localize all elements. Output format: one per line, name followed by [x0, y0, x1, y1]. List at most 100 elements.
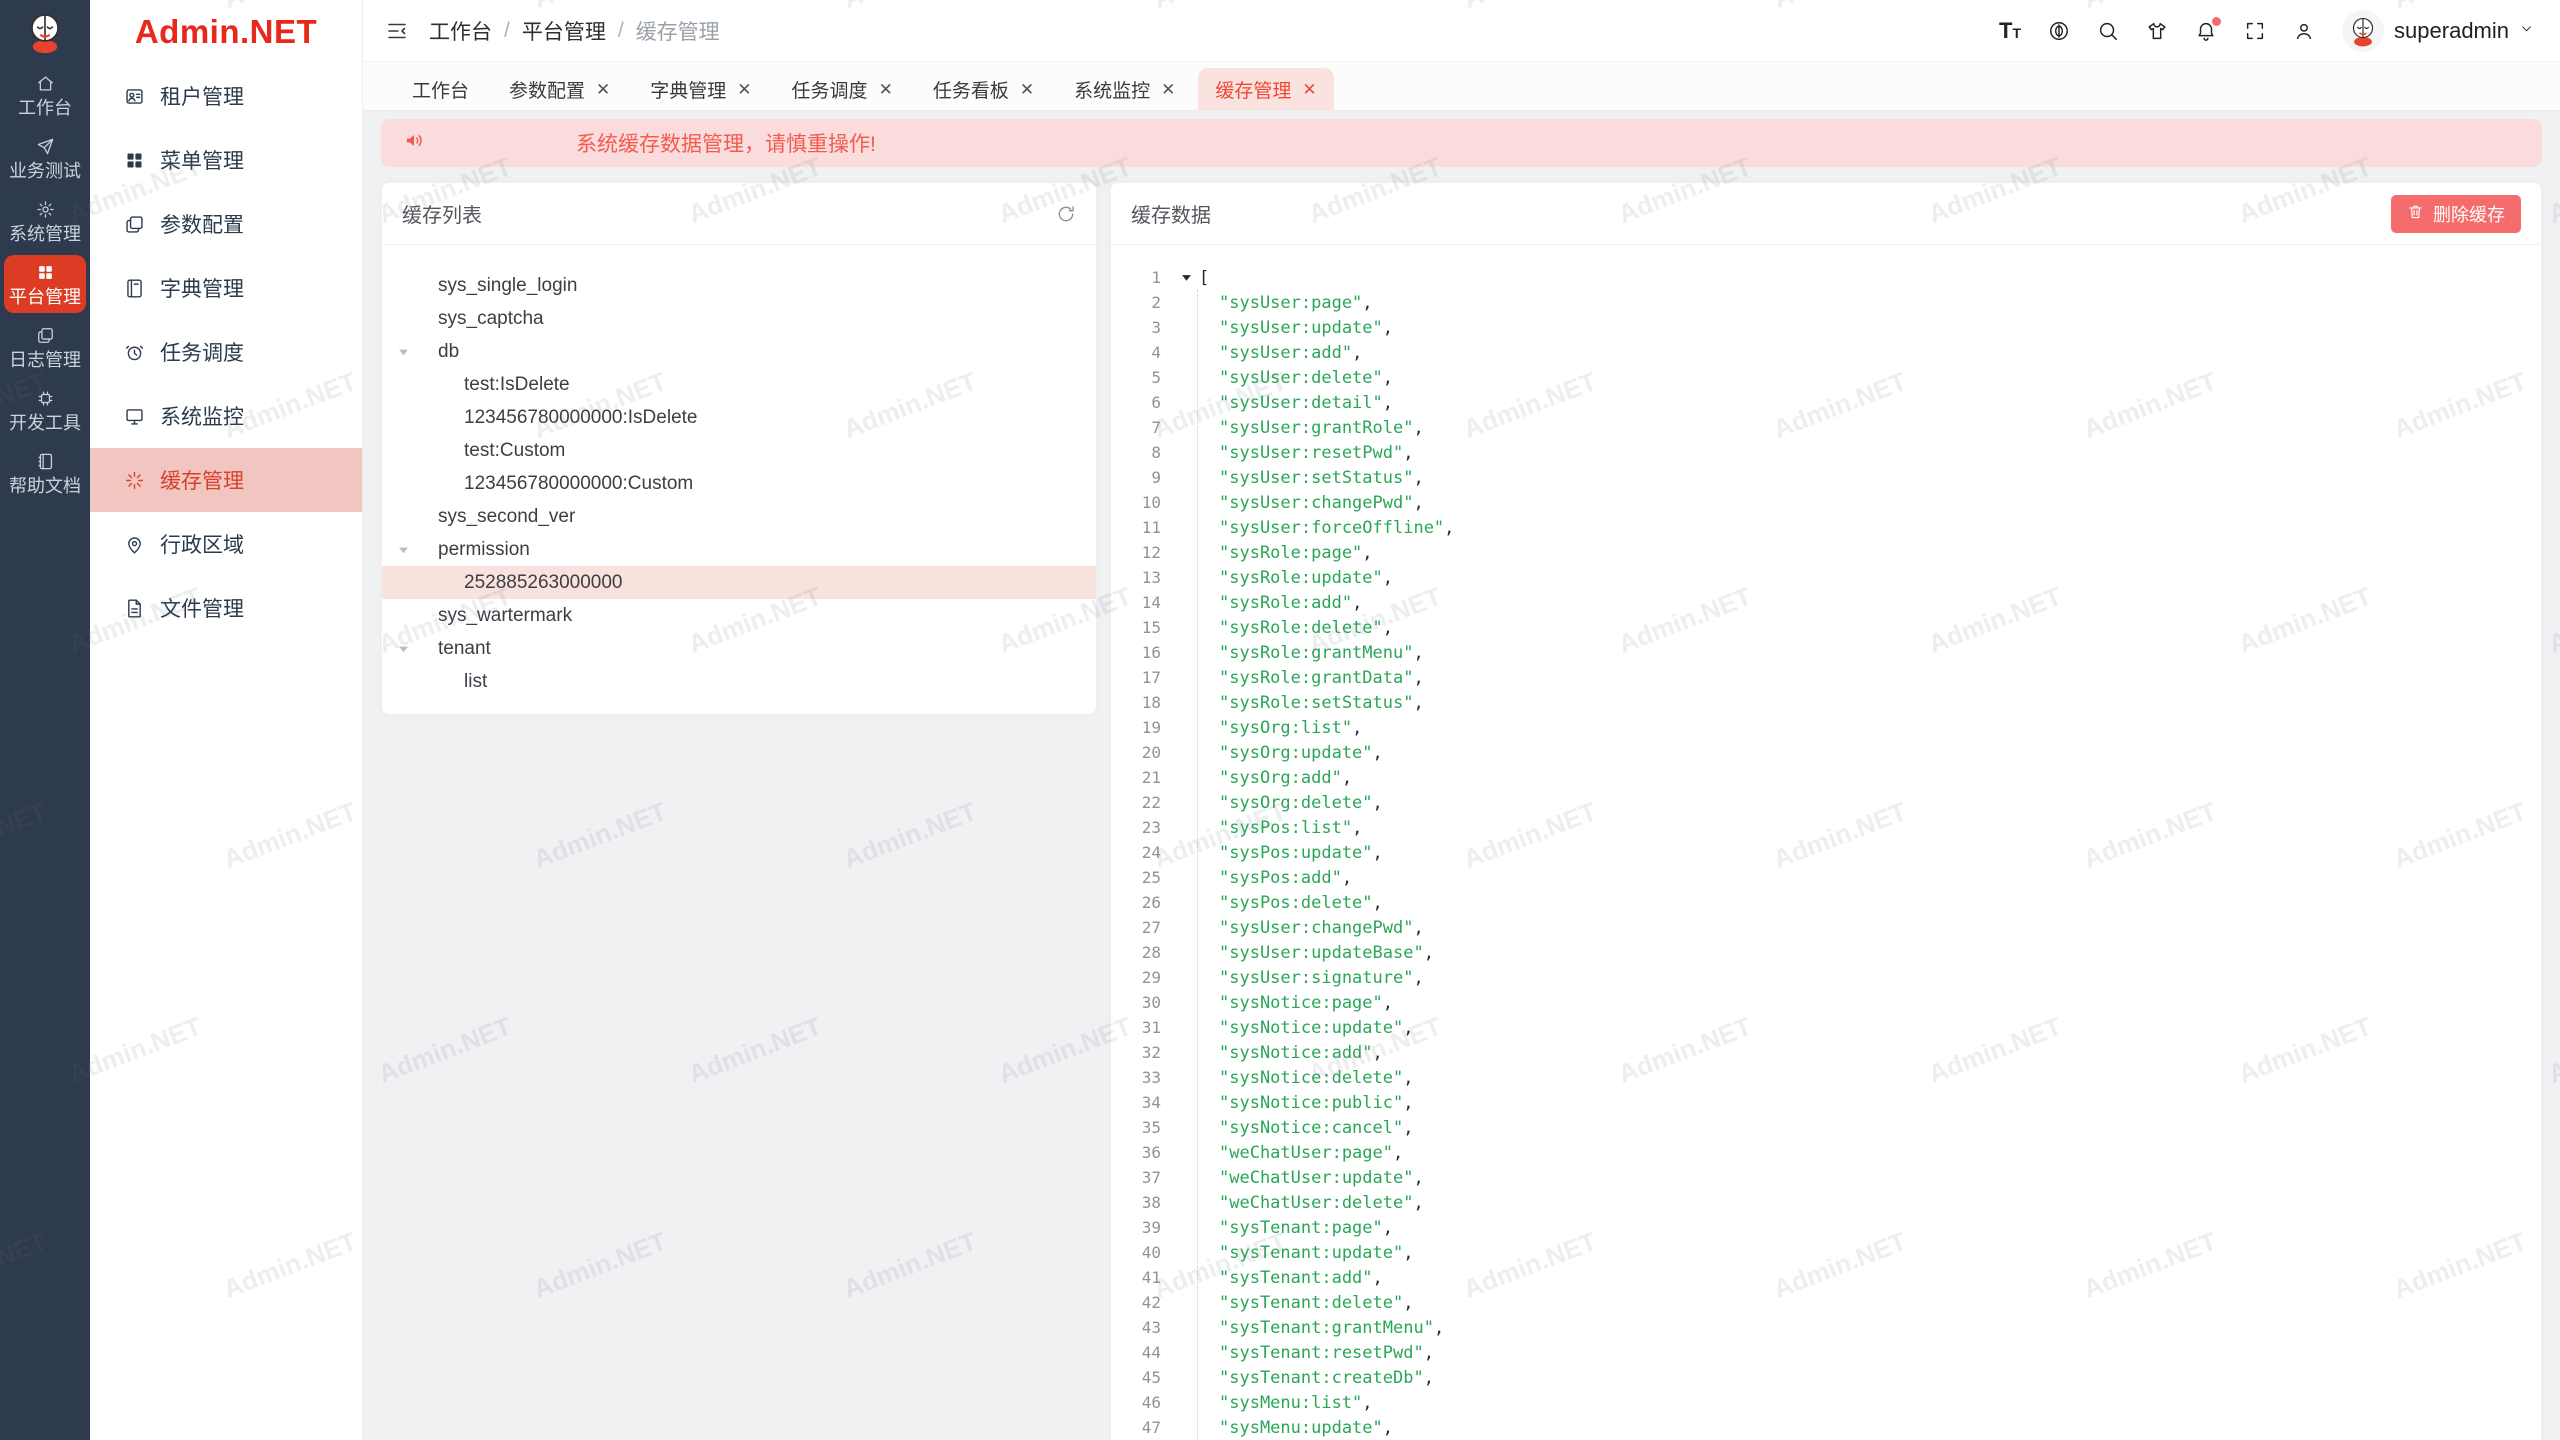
json-string: "sysTenant:add"	[1219, 1268, 1373, 1288]
language-icon[interactable]	[2048, 20, 2070, 42]
notification-icon[interactable]	[2195, 20, 2217, 42]
sidebar-item-params[interactable]: 参数配置	[90, 192, 362, 256]
tree-node[interactable]: permission	[382, 533, 1096, 566]
tree-node[interactable]: db	[382, 335, 1096, 368]
grid-icon	[36, 263, 55, 282]
logs-icon	[36, 326, 55, 345]
json-string: "sysUser:detail"	[1219, 393, 1383, 413]
rail-item-gear[interactable]: 系统管理	[4, 192, 86, 250]
theme-icon[interactable]	[2146, 20, 2168, 42]
line-number: 18	[1111, 693, 1161, 712]
line-number: 36	[1111, 1143, 1161, 1162]
rail-item-grid[interactable]: 平台管理	[4, 255, 86, 313]
comma: ,	[1373, 793, 1383, 813]
menu-grid-icon	[124, 150, 145, 171]
tab-item[interactable]: 系统监控 ✕	[1057, 68, 1192, 110]
tree-leaf[interactable]: sys_captcha	[382, 302, 1096, 335]
tree-node-label: sys_single_login	[438, 275, 577, 297]
search-icon[interactable]	[2097, 20, 2119, 42]
tree-leaf[interactable]: 123456780000000:Custom	[382, 467, 1096, 500]
comma: ,	[1352, 818, 1362, 838]
tree-leaf[interactable]: list	[382, 665, 1096, 698]
region-icon	[124, 534, 145, 555]
rail-item-chip[interactable]: 开发工具	[4, 381, 86, 439]
tree-leaf[interactable]: 252885263000000	[382, 566, 1096, 599]
tab-item[interactable]: 缓存管理✕	[1198, 68, 1333, 110]
comma: ,	[1373, 893, 1383, 913]
tree-leaf[interactable]: test:IsDelete	[382, 368, 1096, 401]
cache-icon	[124, 470, 145, 491]
sidebar-item-file[interactable]: 文件管理	[90, 576, 362, 640]
rail-item-book[interactable]: 帮助文档	[4, 444, 86, 502]
line-number: 45	[1111, 1368, 1161, 1387]
tab-close-icon[interactable]: ✕	[737, 81, 751, 98]
tab-item[interactable]: 工作台	[395, 68, 486, 110]
user-menu[interactable]: superadmin	[2342, 10, 2534, 52]
json-viewer[interactable]: 1[2"sysUser:page",3"sysUser:update",4"sy…	[1111, 245, 2541, 1440]
code-line: 1[	[1111, 265, 2541, 290]
sidebar-item-tenant[interactable]: 租户管理	[90, 64, 362, 128]
caret-down-icon[interactable]	[398, 544, 409, 555]
code-line: 10"sysUser:changePwd",	[1111, 490, 2541, 515]
tab-item[interactable]: 参数配置 ✕	[492, 68, 627, 110]
comma: ,	[1352, 718, 1362, 738]
comma: ,	[1403, 1243, 1413, 1263]
tab-close-icon[interactable]: ✕	[879, 81, 893, 98]
code-line: 16"sysRole:grantMenu",	[1111, 640, 2541, 665]
sidebar-item-dict[interactable]: 字典管理	[90, 256, 362, 320]
rail-item-send[interactable]: 业务测试	[4, 129, 86, 187]
tree-leaf[interactable]: sys_second_ver	[382, 500, 1096, 533]
tab-close-icon[interactable]: ✕	[596, 81, 610, 98]
line-number: 8	[1111, 443, 1161, 462]
tab-label: 参数配置	[509, 76, 585, 103]
profile-icon[interactable]	[2293, 20, 2315, 42]
tab-item[interactable]: 任务调度✕	[775, 68, 910, 110]
sidebar-item-monitor[interactable]: 系统监控	[90, 384, 362, 448]
tab-close-icon[interactable]: ✕	[1161, 81, 1175, 98]
json-string: "sysOrg:delete"	[1219, 793, 1373, 813]
json-string: "sysUser:add"	[1219, 343, 1352, 363]
comma: ,	[1413, 693, 1423, 713]
fold-arrow-icon[interactable]	[1173, 272, 1199, 283]
sidebar-item-alarm[interactable]: 任务调度	[90, 320, 362, 384]
json-string: "sysRole:setStatus"	[1219, 693, 1413, 713]
app-logo-avatar[interactable]	[0, 0, 90, 64]
rail-item-home[interactable]: 工作台	[4, 66, 86, 124]
json-string: "sysTenant:page"	[1219, 1218, 1383, 1238]
sidebar-item-region[interactable]: 行政区域	[90, 512, 362, 576]
rail-item-label: 业务测试	[9, 162, 81, 180]
breadcrumb: 工作台/平台管理/缓存管理	[429, 16, 720, 46]
font-size-icon[interactable]: TT	[1999, 20, 2021, 42]
line-number: 39	[1111, 1218, 1161, 1237]
sidebar-item-menu-grid[interactable]: 菜单管理	[90, 128, 362, 192]
comma: ,	[1413, 1168, 1423, 1188]
tab-item[interactable]: 任务看板✕	[916, 68, 1051, 110]
line-number: 43	[1111, 1318, 1161, 1337]
fullscreen-icon[interactable]	[2244, 20, 2266, 42]
json-string: "sysNotice:page"	[1219, 993, 1383, 1013]
tree-leaf[interactable]: sys_wartermark	[382, 599, 1096, 632]
comma: ,	[1352, 593, 1362, 613]
delete-cache-button[interactable]: 删除缓存	[2391, 195, 2521, 233]
tab-label: 系统监控	[1074, 76, 1150, 103]
sidebar-item-cache[interactable]: 缓存管理	[90, 448, 362, 512]
code-line: 27"sysUser:changePwd",	[1111, 915, 2541, 940]
tree-leaf[interactable]: sys_single_login	[382, 269, 1096, 302]
tab-close-icon[interactable]: ✕	[1020, 81, 1034, 98]
menu-fold-icon[interactable]	[385, 19, 409, 43]
tree-leaf[interactable]: test:Custom	[382, 434, 1096, 467]
json-string: "sysNotice:update"	[1219, 1018, 1403, 1038]
caret-down-icon[interactable]	[398, 643, 409, 654]
tab-close-icon[interactable]: ✕	[1302, 81, 1316, 98]
refresh-icon[interactable]	[1056, 204, 1076, 224]
tab-item[interactable]: 字典管理✕	[633, 68, 768, 110]
breadcrumb-item[interactable]: 工作台	[429, 16, 492, 46]
code-line: 17"sysRole:grantData",	[1111, 665, 2541, 690]
tree-node[interactable]: tenant	[382, 632, 1096, 665]
tree-leaf[interactable]: 123456780000000:IsDelete	[382, 401, 1096, 434]
rail-item-logs[interactable]: 日志管理	[4, 318, 86, 376]
caret-down-icon[interactable]	[398, 346, 409, 357]
code-line: 28"sysUser:updateBase",	[1111, 940, 2541, 965]
code-line: 5"sysUser:delete",	[1111, 365, 2541, 390]
breadcrumb-item[interactable]: 平台管理	[522, 16, 606, 46]
